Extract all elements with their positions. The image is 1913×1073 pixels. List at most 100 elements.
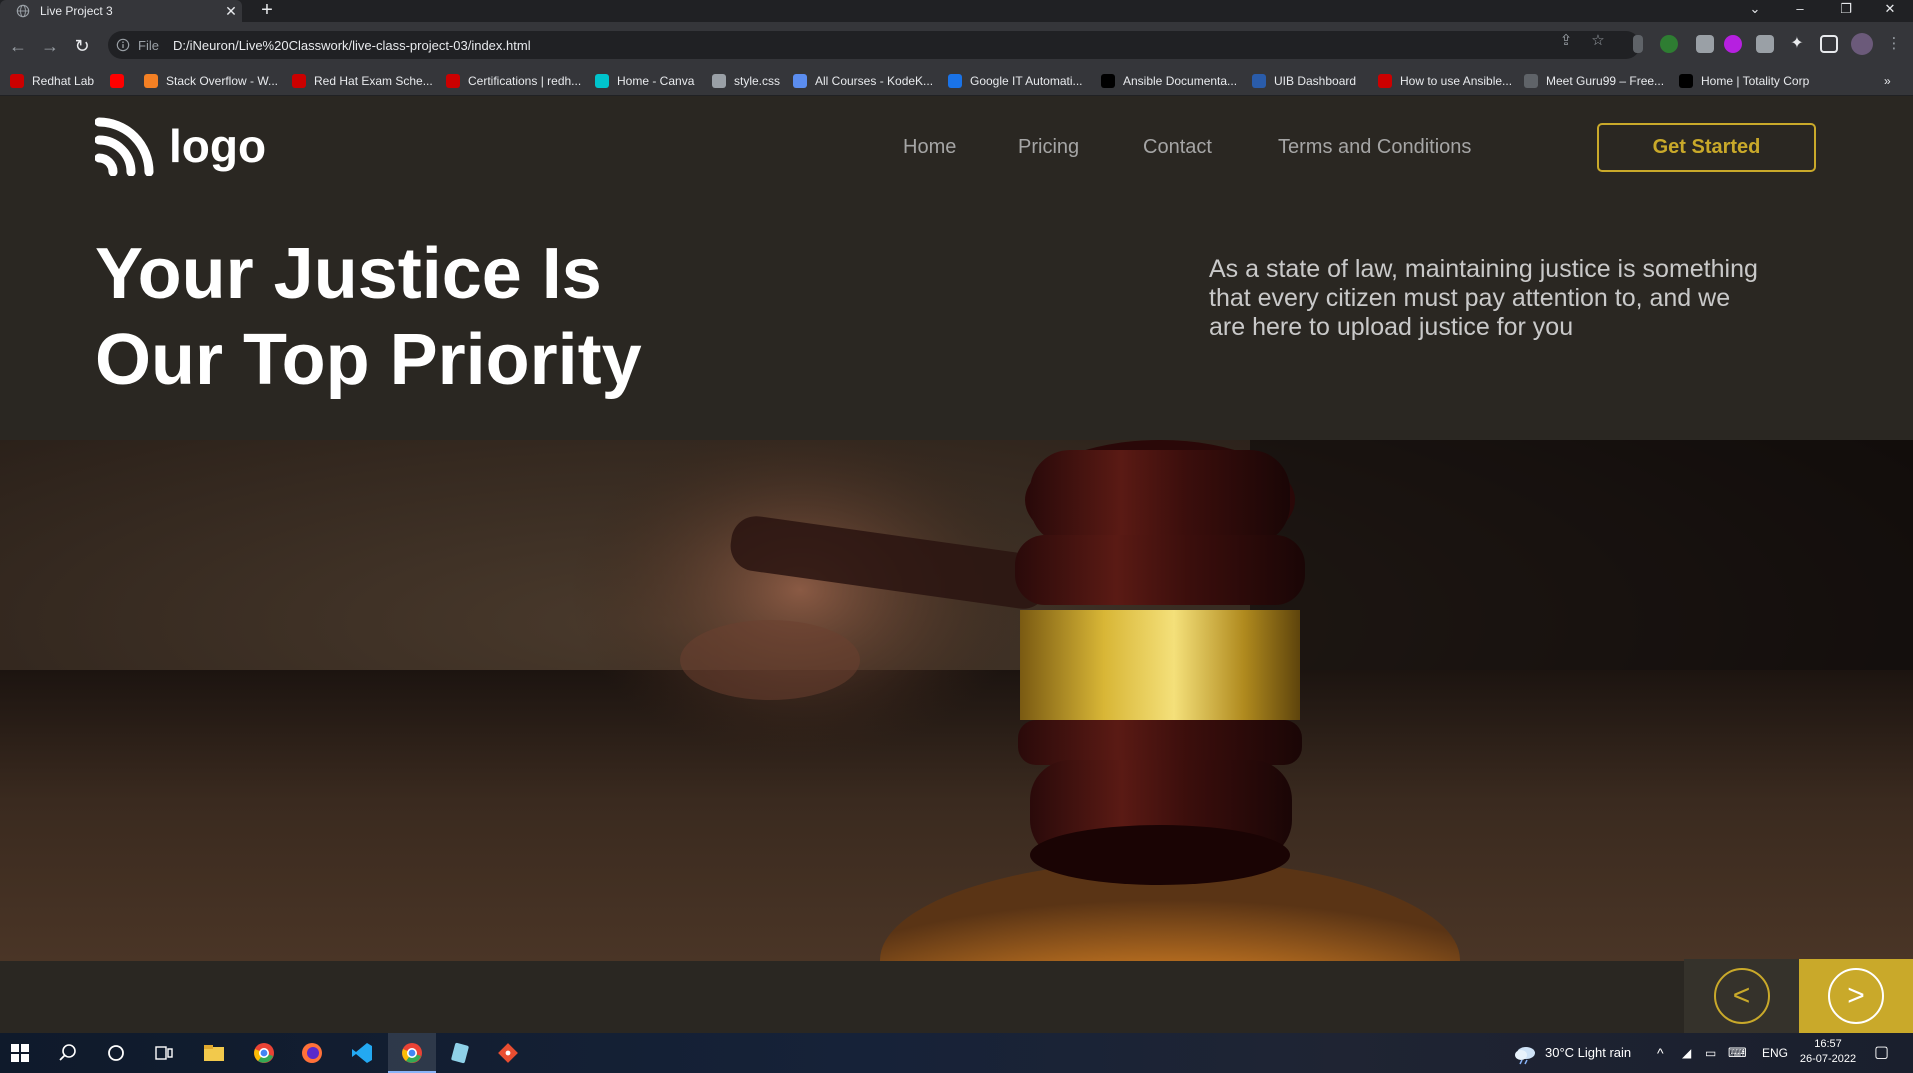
bookmarks-overflow-icon[interactable]: » bbox=[1884, 73, 1891, 89]
url-scheme-label: File bbox=[138, 37, 159, 53]
bookmark-label: Google IT Automati... bbox=[970, 74, 1083, 88]
tray-chevron-icon[interactable]: ^ bbox=[1657, 1033, 1664, 1073]
screen: Live Project 3 ✕ + ⌄ – ❐ ✕ ← → ↻ File D:… bbox=[0, 0, 1913, 1073]
extension-icon[interactable] bbox=[1724, 35, 1742, 53]
nav-terms[interactable]: Terms and Conditions bbox=[1278, 136, 1471, 159]
bookmark-favicon-icon bbox=[712, 74, 726, 88]
bookmark-label: UIB Dashboard bbox=[1274, 74, 1357, 88]
close-tab-icon[interactable]: ✕ bbox=[220, 3, 242, 20]
bookmark-star-icon[interactable]: ☆ bbox=[1588, 31, 1608, 51]
windows-taskbar: 30°C Light rain ^ ◢ ▭ ⌨ ENG 16:57 26-07-… bbox=[0, 1033, 1913, 1073]
hero-title: Your Justice Is Our Top Priority bbox=[95, 231, 845, 403]
firefox-icon[interactable] bbox=[300, 1041, 324, 1065]
language-indicator[interactable]: ENG bbox=[1762, 1033, 1788, 1073]
taskbar-clock[interactable]: 16:57 26-07-2022 bbox=[1798, 1037, 1858, 1067]
hero-gavel-image bbox=[0, 440, 1913, 961]
bookmark-item[interactable]: Google IT Automati... bbox=[948, 73, 1083, 89]
bookmark-item[interactable]: Home - Canva bbox=[595, 73, 694, 89]
battery-icon[interactable]: ▭ bbox=[1705, 1033, 1716, 1073]
keyboard-icon[interactable]: ⌨ bbox=[1728, 1033, 1747, 1073]
bookmark-favicon-icon bbox=[1378, 74, 1392, 88]
hero-title-line-2: Our Top Priority bbox=[95, 320, 642, 400]
bookmark-item[interactable]: Stack Overflow - W... bbox=[144, 73, 278, 89]
slider-prev-button[interactable]: < bbox=[1684, 959, 1799, 1033]
bookmark-label: Stack Overflow - W... bbox=[166, 74, 279, 88]
share-icon[interactable]: ⇪ bbox=[1556, 31, 1576, 51]
bookmark-item[interactable]: Certifications | redh... bbox=[446, 73, 581, 89]
notepad-icon[interactable] bbox=[448, 1041, 472, 1065]
network-icon[interactable]: ◢ bbox=[1682, 1033, 1691, 1073]
bookmark-item[interactable]: Redhat Lab bbox=[10, 73, 94, 89]
gavel-illustration bbox=[0, 440, 1913, 961]
weather-text[interactable]: 30°C Light rain bbox=[1545, 1033, 1631, 1073]
bookmark-favicon-icon bbox=[10, 74, 24, 88]
nav-contact[interactable]: Contact bbox=[1143, 136, 1212, 159]
clock-time: 16:57 bbox=[1814, 1038, 1842, 1050]
info-icon[interactable] bbox=[116, 38, 130, 52]
bookmark-item[interactable]: Red Hat Exam Sche... bbox=[292, 73, 433, 89]
extension-icon[interactable] bbox=[1756, 35, 1774, 53]
back-arrow-icon[interactable]: ← bbox=[6, 34, 30, 58]
bookmark-label: How to use Ansible... bbox=[1400, 74, 1513, 88]
puzzle-extensions-icon[interactable]: ✦ bbox=[1788, 35, 1806, 53]
extension-icon[interactable] bbox=[1696, 35, 1714, 53]
tree-extension-icon[interactable] bbox=[1660, 35, 1678, 53]
bookmark-item[interactable]: Ansible Documenta... bbox=[1101, 73, 1237, 89]
hero-title-line-1: Your Justice Is bbox=[95, 234, 602, 314]
nav-home[interactable]: Home bbox=[903, 136, 956, 159]
notifications-icon[interactable]: ▢ bbox=[1874, 1033, 1889, 1073]
bookmark-item[interactable]: All Courses - KodeK... bbox=[793, 73, 933, 89]
bookmark-favicon-icon bbox=[446, 74, 460, 88]
slider-bar bbox=[0, 961, 1913, 1033]
new-tab-button[interactable]: + bbox=[256, 0, 278, 22]
bookmark-favicon-icon bbox=[1252, 74, 1266, 88]
logo-text: logo bbox=[169, 120, 267, 172]
hero-description: As a state of law, maintaining justice i… bbox=[1209, 255, 1758, 341]
browser-tab-active[interactable]: Live Project 3 ✕ bbox=[0, 0, 242, 22]
weather-cloud-icon[interactable] bbox=[1512, 1041, 1538, 1065]
bookmark-favicon-icon bbox=[793, 74, 807, 88]
vscode-icon[interactable] bbox=[350, 1041, 374, 1065]
get-started-button[interactable]: Get Started bbox=[1597, 123, 1816, 172]
slider-next-button[interactable]: > bbox=[1799, 959, 1913, 1033]
bookmark-item[interactable]: Meet Guru99 – Free... bbox=[1524, 73, 1664, 89]
extension-icon[interactable] bbox=[1633, 35, 1643, 53]
bookmark-favicon-icon bbox=[1101, 74, 1115, 88]
bookmark-label: Home | Totality Corp bbox=[1701, 74, 1810, 88]
bookmark-item[interactable]: style.css bbox=[712, 73, 780, 89]
profile-avatar[interactable] bbox=[1851, 33, 1873, 55]
minimize-button[interactable]: – bbox=[1778, 0, 1822, 22]
next-arrow-icon: > bbox=[1828, 968, 1884, 1024]
bookmark-item[interactable]: Home | Totality Corp bbox=[1679, 73, 1809, 89]
address-bar[interactable]: File D:/iNeuron/Live%20Classwork/live-cl… bbox=[108, 31, 1640, 59]
side-panel-icon[interactable] bbox=[1820, 35, 1838, 53]
git-icon[interactable] bbox=[496, 1041, 520, 1065]
restore-button[interactable]: ❐ bbox=[1824, 0, 1868, 22]
bookmark-favicon-icon bbox=[1679, 74, 1693, 88]
tab-search-icon[interactable]: ⌄ bbox=[1733, 0, 1777, 22]
task-view-icon[interactable] bbox=[152, 1041, 176, 1065]
url-text[interactable]: D:/iNeuron/Live%20Classwork/live-class-p… bbox=[173, 38, 531, 53]
bookmark-label: Red Hat Exam Sche... bbox=[314, 74, 433, 88]
browser-toolbar: ← → ↻ File D:/iNeuron/Live%20Classwork/l… bbox=[0, 22, 1913, 70]
close-window-button[interactable]: ✕ bbox=[1868, 0, 1912, 22]
nav-pricing[interactable]: Pricing bbox=[1018, 136, 1079, 159]
site-logo[interactable]: logo bbox=[95, 116, 266, 176]
cortana-icon[interactable] bbox=[104, 1041, 128, 1065]
bookmark-favicon-icon bbox=[1524, 74, 1538, 88]
search-icon[interactable] bbox=[56, 1041, 80, 1065]
bookmark-item[interactable] bbox=[110, 73, 132, 89]
chrome-active-icon[interactable] bbox=[400, 1041, 424, 1065]
bookmark-favicon-icon bbox=[595, 74, 609, 88]
windows-start-icon[interactable] bbox=[8, 1041, 32, 1065]
reload-icon[interactable]: ↻ bbox=[70, 34, 94, 58]
bookmark-item[interactable]: How to use Ansible... bbox=[1378, 73, 1512, 89]
menu-kebab-icon[interactable]: ⋮ bbox=[1884, 34, 1904, 54]
bookmark-favicon-icon bbox=[948, 74, 962, 88]
chrome-icon[interactable] bbox=[252, 1041, 276, 1065]
bookmark-label: Meet Guru99 – Free... bbox=[1546, 74, 1665, 88]
forward-arrow-icon[interactable]: → bbox=[38, 34, 62, 58]
file-explorer-icon[interactable] bbox=[202, 1041, 226, 1065]
bookmark-label: style.css bbox=[734, 74, 781, 88]
bookmark-item[interactable]: UIB Dashboard bbox=[1252, 73, 1356, 89]
